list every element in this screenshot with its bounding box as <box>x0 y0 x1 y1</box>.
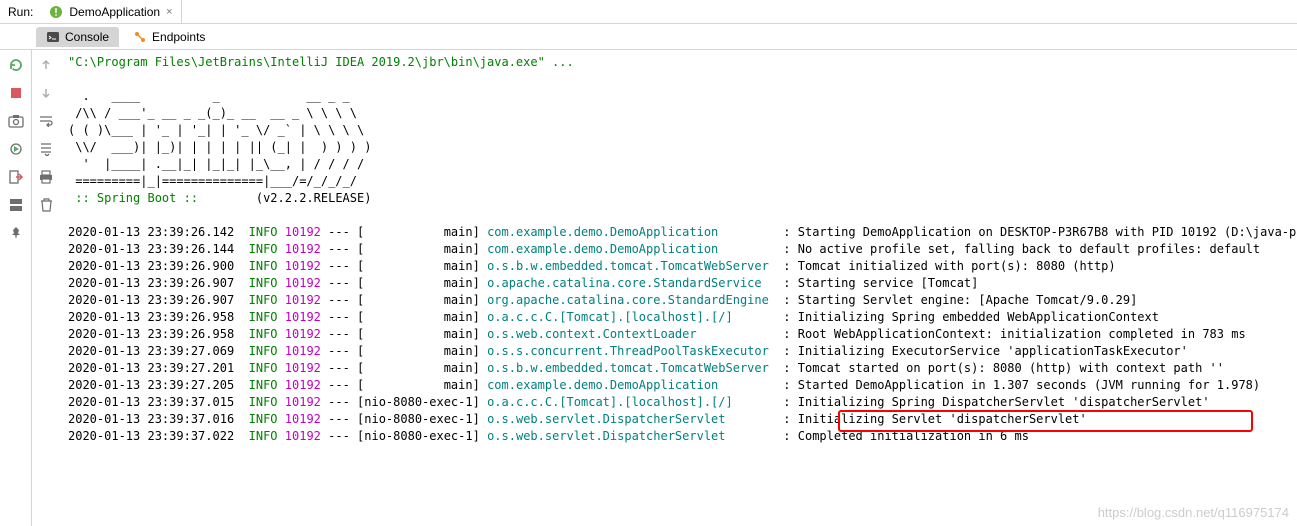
run-config-tab[interactable]: DemoApplication × <box>41 0 181 23</box>
pin-icon[interactable] <box>7 224 25 242</box>
down-icon[interactable] <box>37 84 55 102</box>
soft-wrap-icon[interactable] <box>37 112 55 130</box>
console-icon <box>46 30 60 44</box>
print-icon[interactable] <box>37 168 55 186</box>
stop-icon[interactable] <box>7 84 25 102</box>
second-gutter <box>32 50 60 526</box>
console-tabs: Console Endpoints <box>0 24 1297 50</box>
watermark: https://blog.csdn.net/q116975174 <box>1098 505 1289 520</box>
left-gutter <box>0 50 32 526</box>
up-icon[interactable] <box>37 56 55 74</box>
highlight-box <box>838 410 1253 432</box>
run-label: Run: <box>0 5 41 19</box>
close-icon[interactable]: × <box>166 6 172 18</box>
scroll-to-end-icon[interactable] <box>37 140 55 158</box>
rerun-icon[interactable] <box>7 56 25 74</box>
tab-endpoints-label: Endpoints <box>152 30 205 44</box>
tab-console-label: Console <box>65 30 109 44</box>
main-area: "C:\Program Files\JetBrains\IntelliJ IDE… <box>0 50 1297 526</box>
camera-icon[interactable] <box>7 112 25 130</box>
endpoints-icon <box>133 30 147 44</box>
tab-endpoints[interactable]: Endpoints <box>123 27 215 47</box>
spring-boot-icon <box>49 5 63 19</box>
tab-console[interactable]: Console <box>36 27 119 47</box>
exit-icon[interactable] <box>7 168 25 186</box>
tab-label: DemoApplication <box>69 5 160 19</box>
layout-icon[interactable] <box>7 196 25 214</box>
run-tool-header: Run: DemoApplication × <box>0 0 1297 24</box>
console-output[interactable]: "C:\Program Files\JetBrains\IntelliJ IDE… <box>60 50 1297 526</box>
settings-with-run-icon[interactable] <box>7 140 25 158</box>
trash-icon[interactable] <box>37 196 55 214</box>
